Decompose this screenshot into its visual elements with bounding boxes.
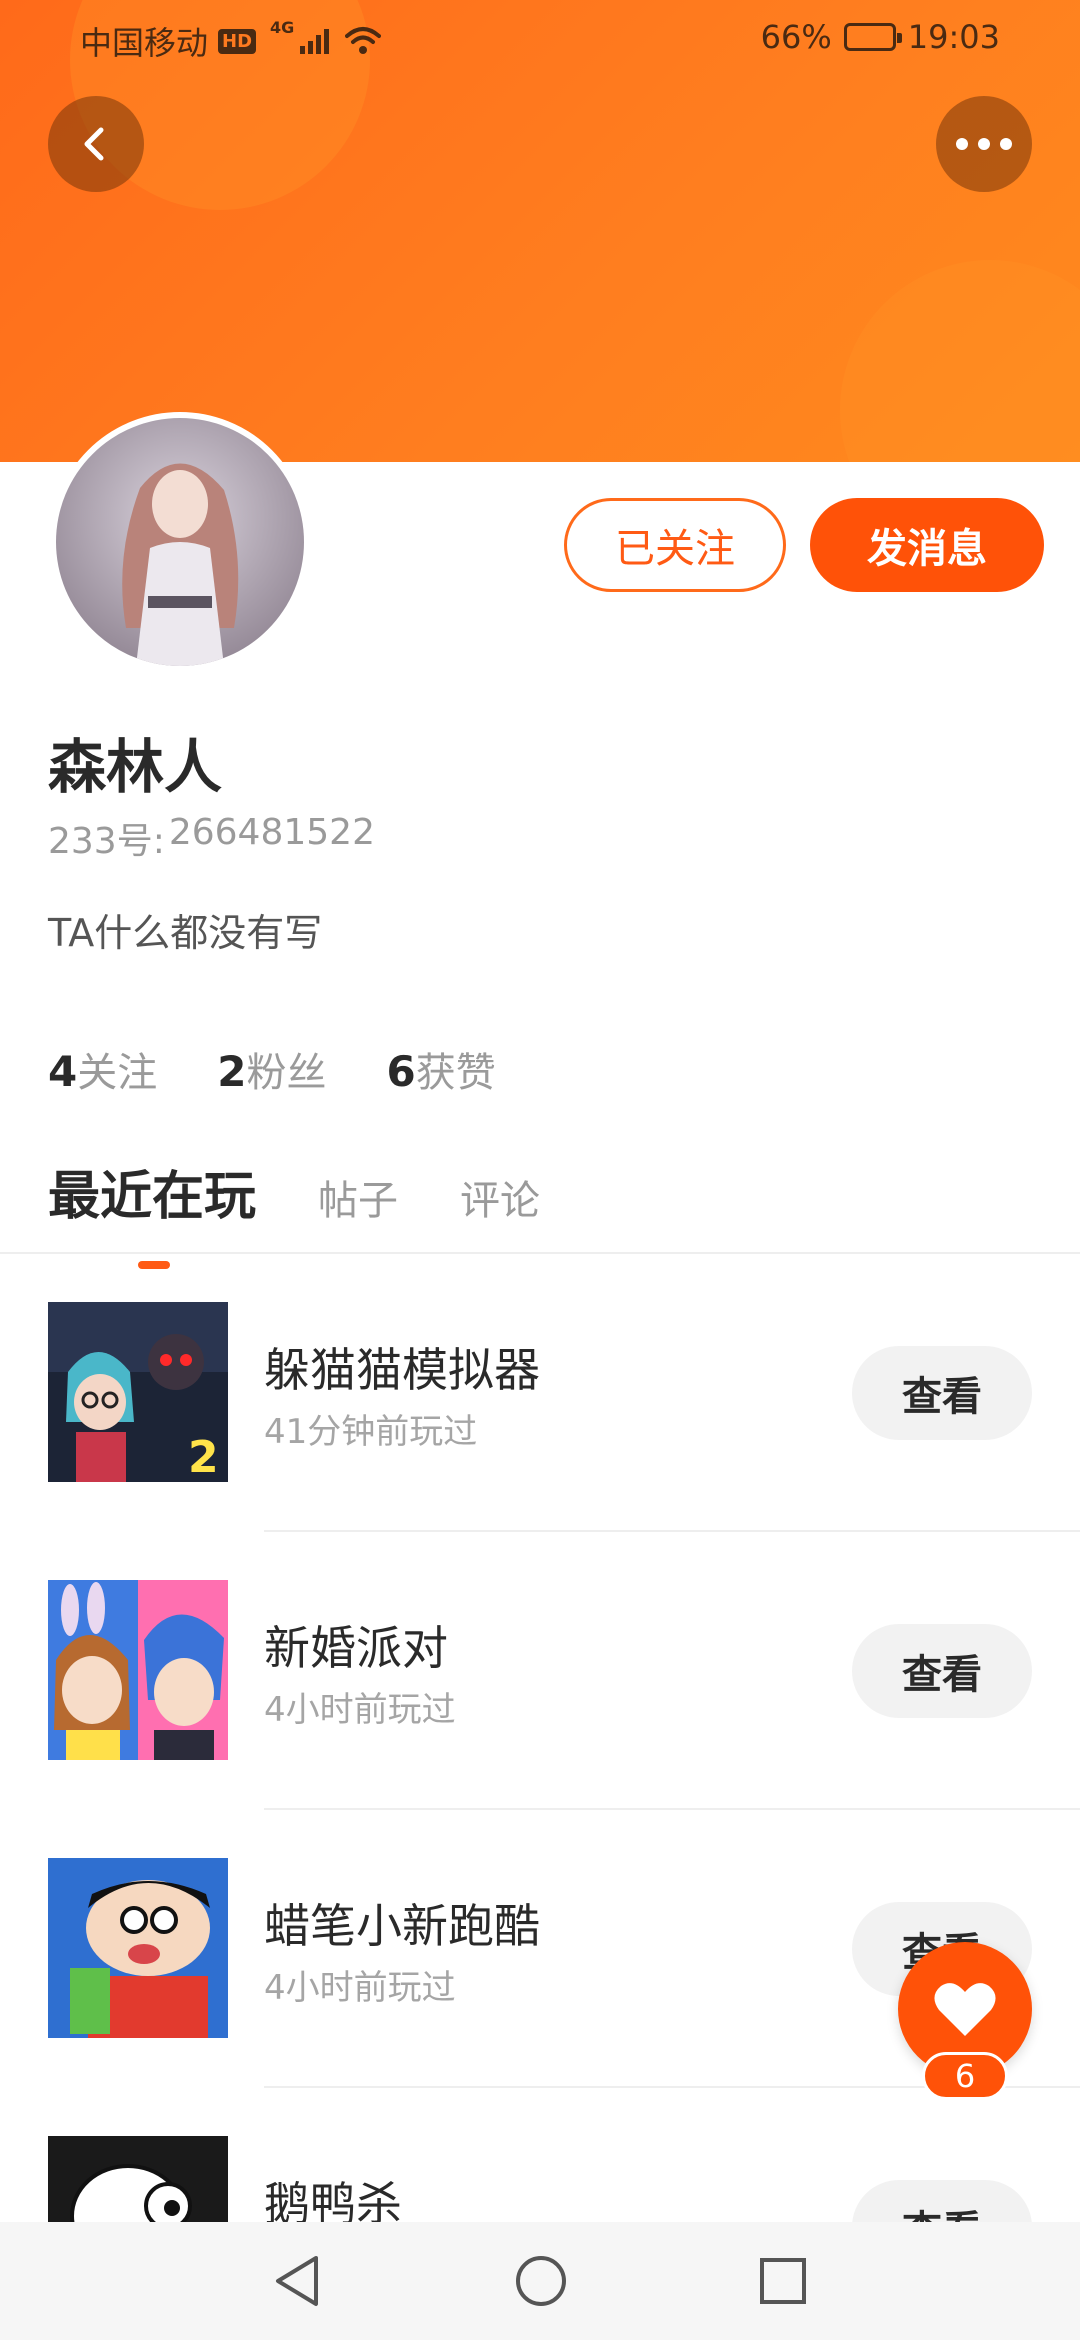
game-last-played: 4小时前玩过 — [264, 1690, 456, 1730]
back-triangle-icon[interactable] — [272, 2254, 324, 2308]
view-button[interactable]: 查看 — [852, 1624, 1032, 1718]
profile-tabs: 最近在玩 帖子 评论 — [48, 1154, 540, 1269]
recents-square-icon[interactable] — [758, 2256, 808, 2306]
heart-icon — [934, 1983, 996, 2036]
battery-icon — [843, 23, 902, 51]
wifi-icon — [345, 27, 382, 54]
hd-badge: HD — [218, 28, 257, 54]
user-name: 森林人 — [48, 733, 223, 801]
signal-icon — [300, 28, 330, 54]
avatar[interactable] — [50, 412, 310, 672]
game-last-played: 4小时前玩过 — [264, 1968, 456, 2008]
stat-number: 6 — [386, 1047, 416, 1096]
game-title: 鹅鸭杀 — [264, 2177, 402, 2222]
stat-label: 关注 — [77, 1050, 158, 1096]
back-button[interactable] — [48, 96, 144, 192]
status-right: 66% 19:03 — [761, 18, 1000, 56]
view-button[interactable]: 查看 — [852, 2180, 1032, 2222]
stat-label: 获赞 — [415, 1050, 496, 1096]
svg-text:2: 2 — [188, 1432, 219, 1482]
profile-stats: 4 关注 2 粉丝 6 获赞 — [48, 1040, 496, 1098]
game-thumbnail — [48, 1858, 228, 2038]
game-last-played: 41分钟前玩过 — [264, 1412, 478, 1452]
clock: 19:03 — [907, 18, 1000, 56]
like-count-badge: 6 — [922, 2052, 1008, 2100]
more-horizontal-icon — [956, 138, 1012, 150]
stat-followers[interactable]: 2 粉丝 — [217, 1040, 326, 1098]
stat-number: 2 — [217, 1047, 247, 1096]
avatar-image — [56, 418, 304, 666]
game-thumbnail — [48, 2136, 228, 2222]
list-item[interactable]: 2 躲猫猫模拟器 41分钟前玩过 查看 — [0, 1254, 1080, 1532]
game-cover-image — [48, 2136, 228, 2222]
battery-percent: 66% — [760, 18, 832, 56]
game-thumbnail: 2 — [48, 1302, 228, 1482]
home-circle-icon[interactable] — [514, 2254, 568, 2308]
list-item[interactable]: 鹅鸭杀 查看 — [0, 2088, 1080, 2222]
tab-recently-played[interactable]: 最近在玩 — [48, 1154, 257, 1269]
chevron-left-icon — [84, 127, 104, 161]
stat-following[interactable]: 4 关注 — [48, 1040, 157, 1098]
carrier-name: 中国移动 — [80, 24, 209, 62]
stat-likes[interactable]: 6 获赞 — [386, 1040, 495, 1098]
stat-number: 4 — [48, 1047, 78, 1096]
game-title: 新婚派对 — [264, 1621, 448, 1675]
status-bar: 中国移动 HD 4G 66% 19:03 — [0, 0, 1080, 76]
more-button[interactable] — [936, 96, 1032, 192]
tab-label: 最近在玩 — [48, 1167, 257, 1227]
user-id-value: 266481522 — [168, 812, 375, 853]
user-id-label: 233号: — [48, 821, 165, 862]
tab-posts[interactable]: 帖子 — [318, 1168, 398, 1226]
list-item[interactable]: 新婚派对 4小时前玩过 查看 — [0, 1532, 1080, 1810]
game-cover-image — [48, 1858, 228, 2038]
network-type: 4G — [270, 18, 295, 37]
status-left: 中国移动 HD 4G — [80, 18, 382, 64]
banner-decoration — [840, 260, 1080, 462]
send-message-button[interactable]: 发消息 — [810, 498, 1044, 592]
system-navigation-bar — [0, 2222, 1080, 2340]
game-cover-image — [48, 1580, 228, 1760]
game-thumbnail — [48, 1580, 228, 1760]
tab-comments[interactable]: 评论 — [460, 1168, 540, 1226]
game-cover-image: 2 — [48, 1302, 228, 1482]
view-button[interactable]: 查看 — [852, 1346, 1032, 1440]
user-bio: TA什么都没有写 — [48, 911, 323, 955]
game-title: 蜡笔小新跑酷 — [264, 1899, 540, 1953]
recently-played-list[interactable]: 2 躲猫猫模拟器 41分钟前玩过 查看 新婚派对 4小时前玩过 查看 蜡笔小新跑… — [0, 1254, 1080, 2222]
followed-button[interactable]: 已关注 — [564, 498, 786, 592]
user-id: 233号: 266481522 — [48, 812, 375, 864]
stat-label: 粉丝 — [246, 1050, 327, 1096]
game-title: 躲猫猫模拟器 — [264, 1343, 540, 1397]
